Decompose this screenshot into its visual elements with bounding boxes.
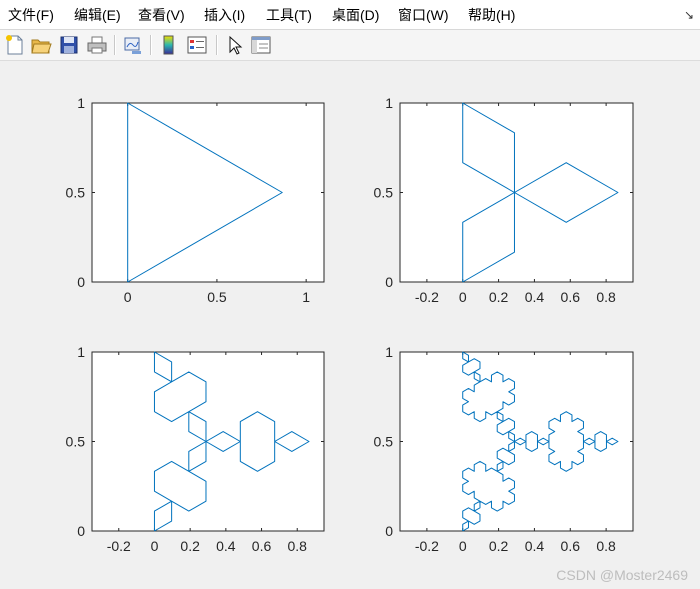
y-tick-label: 1 bbox=[77, 344, 85, 360]
axes-4-frame bbox=[399, 351, 634, 532]
figure-canvas: 0 0.5 1 0 0.5 1 -0.2 0 0.2 0.4 0.6 0.8 0 0.5 1 -0.2 0 0.2… bbox=[0, 61, 700, 589]
new-figure-icon[interactable] bbox=[4, 34, 26, 56]
save-icon[interactable] bbox=[58, 34, 80, 56]
menu-edit[interactable]: 编辑(E) bbox=[74, 6, 121, 24]
x-tick-label: 0.8 bbox=[287, 538, 307, 554]
x-tick-label: 0.6 bbox=[561, 538, 581, 554]
open-folder-icon[interactable] bbox=[30, 34, 52, 56]
toolbar-separator bbox=[216, 35, 218, 55]
y-tick-label: 0.5 bbox=[374, 434, 394, 450]
x-tick-label: 1 bbox=[302, 289, 310, 305]
menu-window[interactable]: 窗口(W) bbox=[398, 6, 449, 24]
x-tick-label: -0.2 bbox=[415, 538, 439, 554]
x-tick-label: 0.6 bbox=[252, 538, 272, 554]
y-tick-label: 1 bbox=[77, 95, 85, 111]
menu-file[interactable]: 文件(F) bbox=[8, 6, 54, 24]
colorbar-icon[interactable] bbox=[158, 34, 180, 56]
x-tick-label: 0.8 bbox=[596, 289, 616, 305]
x-tick-label: 0.4 bbox=[216, 538, 236, 554]
y-tick-label: 0 bbox=[77, 523, 85, 539]
menu-tools[interactable]: 工具(T) bbox=[266, 6, 312, 24]
x-tick-label: 0.2 bbox=[180, 538, 200, 554]
axes-1-frame bbox=[91, 102, 325, 283]
menu-view[interactable]: 查看(V) bbox=[138, 6, 185, 24]
y-tick-label: 0.5 bbox=[66, 434, 86, 450]
restore-arrow-icon[interactable]: ↘ bbox=[684, 8, 694, 22]
x-tick-label: 0 bbox=[151, 538, 159, 554]
property-inspector-icon[interactable] bbox=[250, 34, 272, 56]
watermark-text: CSDN @Moster2469 bbox=[556, 567, 688, 583]
toolbar-separator bbox=[150, 35, 152, 55]
axes-2-frame bbox=[399, 102, 634, 283]
x-tick-label: 0.2 bbox=[489, 538, 509, 554]
menu-insert[interactable]: 插入(I) bbox=[204, 6, 245, 24]
x-tick-label: 0.2 bbox=[489, 289, 509, 305]
menu-bar: 文件(F) 编辑(E) 查看(V) 插入(I) 工具(T) 桌面(D) 窗口(W… bbox=[0, 0, 700, 30]
x-tick-label: 0.8 bbox=[596, 538, 616, 554]
y-tick-label: 0 bbox=[385, 523, 393, 539]
menu-help[interactable]: 帮助(H) bbox=[468, 6, 515, 24]
x-tick-label: 0 bbox=[459, 538, 467, 554]
toolbar-separator bbox=[114, 35, 116, 55]
legend-icon[interactable] bbox=[186, 34, 208, 56]
x-tick-label: 0 bbox=[124, 289, 132, 305]
x-tick-label: 0 bbox=[459, 289, 467, 305]
y-tick-label: 1 bbox=[385, 95, 393, 111]
x-tick-label: 0.4 bbox=[525, 289, 545, 305]
y-tick-label: 0 bbox=[77, 274, 85, 290]
link-plot-icon[interactable] bbox=[122, 34, 144, 56]
y-tick-label: 1 bbox=[385, 344, 393, 360]
y-tick-label: 0.5 bbox=[66, 185, 86, 201]
pointer-arrow-icon[interactable] bbox=[224, 34, 246, 56]
toolbar bbox=[0, 30, 700, 61]
x-tick-label: 0.6 bbox=[561, 289, 581, 305]
x-tick-label: 0.5 bbox=[207, 289, 227, 305]
y-tick-label: 0.5 bbox=[374, 185, 394, 201]
print-icon[interactable] bbox=[86, 34, 108, 56]
axes-3-frame bbox=[91, 351, 325, 532]
menu-desktop[interactable]: 桌面(D) bbox=[332, 6, 379, 24]
x-tick-label: -0.2 bbox=[415, 289, 439, 305]
x-tick-label: 0.4 bbox=[525, 538, 545, 554]
y-tick-label: 0 bbox=[385, 274, 393, 290]
x-tick-label: -0.2 bbox=[107, 538, 131, 554]
subplots-svg: 0 0.5 1 0 0.5 1 -0.2 0 0.2 0.4 0.6 0.8 0 0.5 1 -0.2 0 0.2… bbox=[66, 95, 634, 554]
